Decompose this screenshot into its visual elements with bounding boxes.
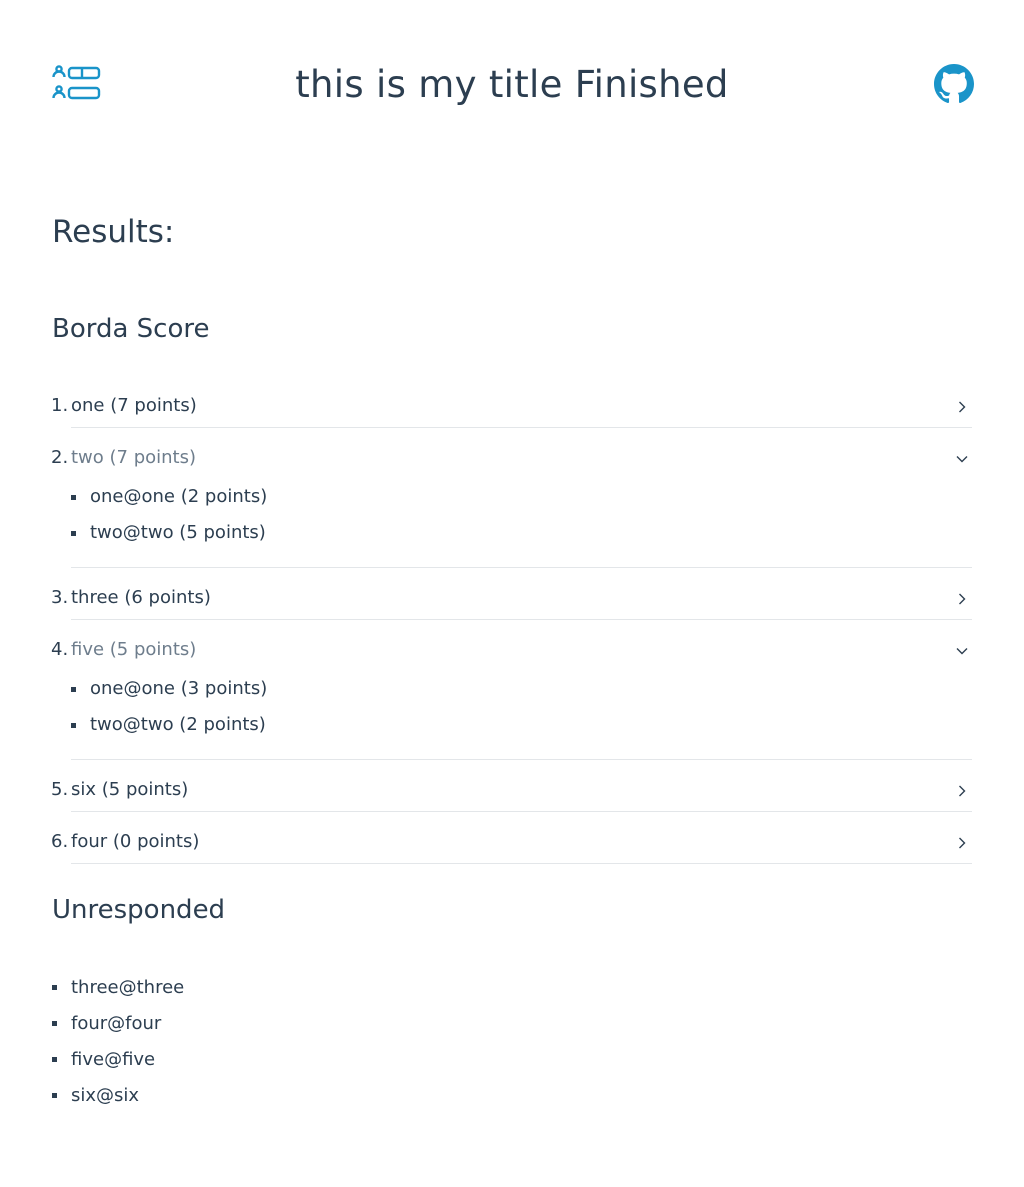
ranking-item: 6. four (0 points) xyxy=(0,821,972,864)
voter-item: two@two (2 points) xyxy=(71,707,972,743)
ranking-label: six (5 points) xyxy=(71,779,189,800)
ranking-number: 3. xyxy=(51,587,69,608)
chevron-right-icon[interactable] xyxy=(955,784,969,798)
ranking-item-toggle[interactable]: 1. one (7 points) xyxy=(0,385,972,427)
voter-label: two@two (5 points) xyxy=(90,522,266,543)
ranking-item: 5. six (5 points) xyxy=(0,769,972,812)
ranking-item-toggle[interactable]: 2. two (7 points) xyxy=(0,437,972,479)
ranking-number: 2. xyxy=(51,447,69,468)
bullet-icon xyxy=(71,531,76,536)
ranking-label: three (6 points) xyxy=(71,587,211,608)
header: this is my title Finished xyxy=(0,0,1024,170)
borda-ranking-list: 1. one (7 points) 2. two (7 points) one@one … xyxy=(0,385,1024,864)
divider xyxy=(71,619,972,620)
ranking-label: one (7 points) xyxy=(71,395,197,416)
bullet-icon xyxy=(71,687,76,692)
ranking-number: 5. xyxy=(51,779,69,800)
voter-item: one@one (3 points) xyxy=(71,671,972,707)
ranking-item: 1. one (7 points) xyxy=(0,385,972,428)
bullet-icon xyxy=(52,1093,57,1098)
ranking-item-toggle[interactable]: 5. six (5 points) xyxy=(0,769,972,811)
voter-breakdown-list: one@one (3 points) two@two (2 points) xyxy=(0,671,972,759)
bullet-icon xyxy=(52,1057,57,1062)
voter-label: one@one (3 points) xyxy=(90,678,268,699)
chevron-down-icon[interactable] xyxy=(955,644,969,658)
ranking-label: two (7 points) xyxy=(71,447,197,468)
divider xyxy=(71,863,972,864)
chevron-right-icon[interactable] xyxy=(955,400,969,414)
unresponded-list: three@three four@four five@five six@six xyxy=(52,970,184,1114)
ranking-item-toggle[interactable]: 6. four (0 points) xyxy=(0,821,972,863)
voter-breakdown-list: one@one (2 points) two@two (5 points) xyxy=(0,479,972,567)
divider xyxy=(71,427,972,428)
unresponded-label: three@three xyxy=(71,977,185,998)
unresponded-item: four@four xyxy=(52,1006,184,1042)
page-title: this is my title Finished xyxy=(295,63,729,106)
chevron-down-icon[interactable] xyxy=(955,452,969,466)
ranking-label: four (0 points) xyxy=(71,831,200,852)
ranking-item: 4. five (5 points) one@one (3 points) two@t… xyxy=(0,629,972,760)
bullet-icon xyxy=(71,723,76,728)
unresponded-label: four@four xyxy=(71,1013,162,1034)
divider xyxy=(71,811,972,812)
unresponded-heading: Unresponded xyxy=(52,895,226,925)
ranking-number: 6. xyxy=(51,831,69,852)
ranking-item-toggle[interactable]: 3. three (6 points) xyxy=(0,577,972,619)
chevron-right-icon[interactable] xyxy=(955,836,969,850)
borda-score-heading: Borda Score xyxy=(52,314,210,344)
results-heading: Results: xyxy=(52,214,175,250)
ranking-number: 4. xyxy=(51,639,69,660)
ranking-item-toggle[interactable]: 4. five (5 points) xyxy=(0,629,972,671)
bullet-icon xyxy=(71,495,76,500)
voter-label: one@one (2 points) xyxy=(90,486,268,507)
unresponded-label: six@six xyxy=(71,1085,140,1106)
voter-label: two@two (2 points) xyxy=(90,714,266,735)
bullet-icon xyxy=(52,985,57,990)
ranking-item: 3. three (6 points) xyxy=(0,577,972,620)
voter-item: one@one (2 points) xyxy=(71,479,972,515)
unresponded-label: five@five xyxy=(71,1049,156,1070)
ranking-item: 2. two (7 points) one@one (2 points) two@tw… xyxy=(0,437,972,568)
ranking-number: 1. xyxy=(51,395,69,416)
divider xyxy=(71,759,972,760)
voter-item: two@two (5 points) xyxy=(71,515,972,551)
ranking-label: five (5 points) xyxy=(71,639,197,660)
divider xyxy=(71,567,972,568)
unresponded-item: five@five xyxy=(52,1042,184,1078)
bullet-icon xyxy=(52,1021,57,1026)
unresponded-item: three@three xyxy=(52,970,184,1006)
github-icon[interactable] xyxy=(934,64,974,104)
unresponded-item: six@six xyxy=(52,1078,184,1114)
chevron-right-icon[interactable] xyxy=(955,592,969,606)
